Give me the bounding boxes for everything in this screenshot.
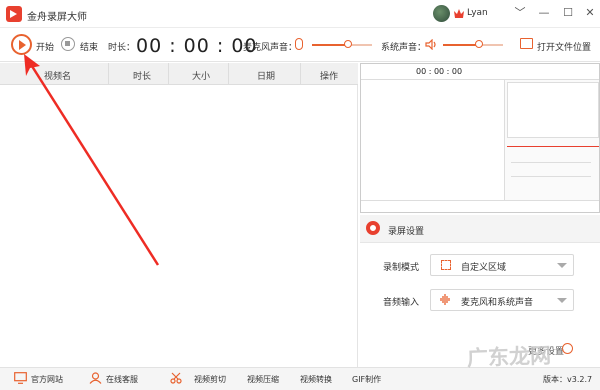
preview-thumbnail xyxy=(507,82,599,138)
column-video-name[interactable]: 视频名 xyxy=(44,69,71,82)
preview-accent-line xyxy=(507,146,599,147)
settings-icon[interactable] xyxy=(562,343,573,354)
video-cut-link[interactable]: 视频剪切 xyxy=(194,374,226,385)
column-duration[interactable]: 时长 xyxy=(133,69,151,82)
settings-title: 录屏设置 xyxy=(388,227,425,237)
audio-input-label: 音频输入 xyxy=(383,298,420,308)
speaker-icon[interactable] xyxy=(425,39,437,50)
column-divider xyxy=(300,63,301,85)
audio-wave-icon xyxy=(440,294,450,305)
maximize-button[interactable]: ☐ xyxy=(560,5,576,21)
vip-crown-icon xyxy=(454,9,464,18)
online-support-link[interactable]: 在线客服 xyxy=(106,374,138,385)
monitor-icon[interactable] xyxy=(14,372,27,384)
file-list-body[interactable] xyxy=(0,85,358,367)
gear-icon xyxy=(366,221,380,235)
record-mode-value: 自定义区域 xyxy=(461,263,507,273)
column-divider xyxy=(228,63,229,85)
preview-divider xyxy=(511,162,591,163)
video-cut-icon[interactable] xyxy=(170,372,183,384)
title-bar xyxy=(0,0,600,28)
close-button[interactable]: ✕ xyxy=(582,5,598,21)
column-date[interactable]: 日期 xyxy=(257,69,275,82)
dropdown-chevron-icon[interactable]: ﹀ xyxy=(512,5,528,21)
user-name[interactable]: Lyan xyxy=(467,8,488,18)
preview-divider xyxy=(511,176,591,177)
official-website-link[interactable]: 官方网站 xyxy=(31,374,63,385)
screen-preview: 00 : 00 : 00 xyxy=(360,63,600,213)
mic-volume-knob[interactable] xyxy=(344,40,352,48)
customer-service-icon[interactable] xyxy=(89,372,102,384)
open-folder-button[interactable]: 打开文件位置 xyxy=(537,40,591,53)
column-actions[interactable]: 操作 xyxy=(320,69,338,82)
preview-timer: 00 : 00 : 00 xyxy=(416,67,463,76)
chevron-down-icon xyxy=(557,298,567,303)
column-size[interactable]: 大小 xyxy=(192,69,210,82)
region-select-icon xyxy=(441,260,451,270)
system-volume-label: 系统声音： xyxy=(381,43,427,53)
chevron-down-icon xyxy=(557,263,567,268)
system-volume-fill xyxy=(443,44,479,46)
stop-label[interactable]: 结束 xyxy=(80,40,98,53)
avatar[interactable] xyxy=(433,5,450,22)
record-mode-label: 录制模式 xyxy=(383,263,420,273)
system-volume-knob[interactable] xyxy=(475,40,483,48)
minimize-button[interactable]: — xyxy=(536,5,552,21)
video-compress-link[interactable]: 视频压缩 xyxy=(247,374,279,385)
folder-icon[interactable] xyxy=(520,38,533,49)
gif-maker-link[interactable]: GIF制作 xyxy=(352,374,381,385)
mic-volume-fill xyxy=(312,44,348,46)
audio-input-value: 麦克风和系统声音 xyxy=(461,298,534,308)
column-divider xyxy=(108,63,109,85)
duration-label: 时长： xyxy=(108,43,136,53)
preview-statusbar xyxy=(361,200,599,212)
video-convert-link[interactable]: 视频转换 xyxy=(300,374,332,385)
preview-file-list xyxy=(361,80,505,200)
microphone-icon[interactable] xyxy=(295,38,303,50)
app-logo-icon xyxy=(6,6,22,22)
mic-volume-label: 麦克风声音： xyxy=(243,43,298,53)
start-label[interactable]: 开始 xyxy=(36,40,54,53)
watermark: 广东龙网 xyxy=(466,342,552,371)
app-title: 金舟录屏大师 xyxy=(27,12,87,23)
stop-record-button[interactable] xyxy=(61,37,75,51)
preview-toolbar xyxy=(361,64,599,80)
start-record-button[interactable] xyxy=(11,34,32,55)
version-label: 版本：v3.2.7 xyxy=(543,375,593,384)
record-timer: 00 : 00 : 00 xyxy=(136,35,258,57)
column-divider xyxy=(168,63,169,85)
